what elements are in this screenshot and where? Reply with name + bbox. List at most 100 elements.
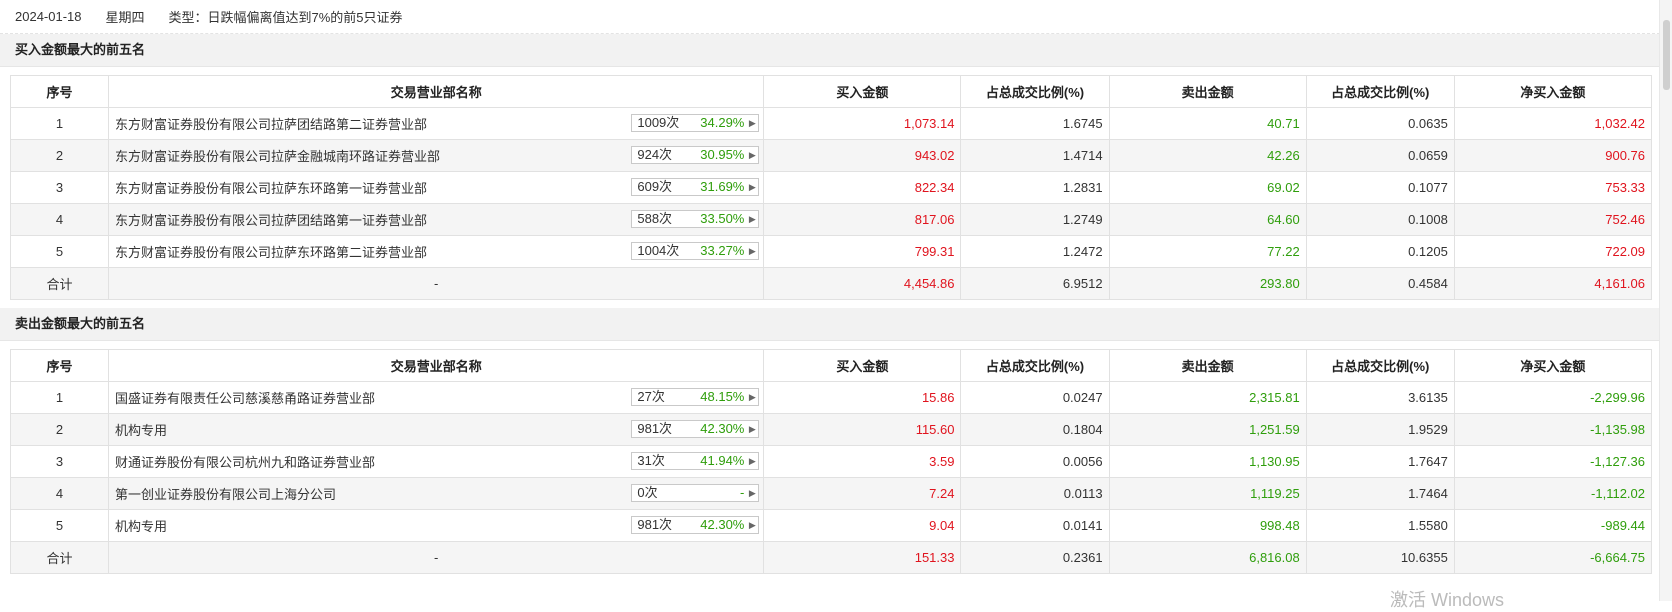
row-number: 4 — [9, 203, 110, 236]
buy-amount: 7.24 — [763, 477, 962, 510]
sell-amount: 69.02 — [1108, 171, 1307, 204]
table-row: 3 财通证券股份有限公司杭州九和路证券营业部 31次 41.94% ▶ 3.59 0.005… — [9, 445, 1653, 478]
broker-count: 981次 — [637, 517, 673, 532]
sell-ratio: 1.5580 — [1305, 509, 1455, 542]
broker-success-rate: 42.30% — [700, 421, 745, 436]
table-row: 5 东方财富证券股份有限公司拉萨东环路第二证券营业部 1004次 33.27% ▶ 799… — [9, 235, 1653, 268]
col-header-no: 序号 — [9, 75, 110, 108]
row-number: 3 — [9, 171, 110, 204]
total-name: - — [108, 541, 765, 574]
broker-count: 588次 — [637, 211, 673, 226]
broker-success-rate: 33.27% — [700, 243, 745, 258]
buy-amount: 9.04 — [763, 509, 962, 542]
total-row: 合计 -151.33 0.2361 6,816.08 10.6355 -6,664.75 — [9, 541, 1653, 574]
table-row: 1 国盛证券有限责任公司慈溪慈甬路证券营业部 27次 48.15% ▶ 15.86 0.02… — [9, 381, 1653, 414]
buy-amount: 1,073.14 — [763, 107, 962, 140]
broker-success-rate: 31.69% — [700, 179, 745, 194]
col-header-name: 交易营业部名称 — [108, 349, 765, 382]
info-bar: 2024-01-18 星期四 类型：日跌幅偏离值达到7%的前5只证券 — [0, 0, 1660, 34]
broker-name-cell: 机构专用 981次 42.30% ▶ — [108, 413, 765, 446]
broker-success-rate: 34.29% — [700, 115, 745, 130]
buy-ratio: 0.0113 — [960, 477, 1110, 510]
buy-section-title: 买入金额最大的前五名 — [0, 34, 1660, 67]
row-number: 2 — [9, 139, 110, 172]
chevron-right-icon: ▶ — [748, 214, 756, 224]
total-buy-ratio: 0.2361 — [960, 541, 1110, 574]
broker-name: 机构专用 — [115, 423, 168, 438]
broker-name-cell: 第一创业证券股份有限公司上海分公司 0次 - ▶ — [108, 477, 765, 510]
total-buy-amount: 4,454.86 — [763, 267, 962, 300]
row-number: 3 — [9, 445, 110, 478]
sell-ratio: 0.0659 — [1305, 139, 1455, 172]
sell-ratio: 0.1008 — [1305, 203, 1455, 236]
col-header-buy: 买入金额 — [763, 75, 962, 108]
broker-stats-button[interactable]: 1004次 33.27% ▶ — [631, 242, 760, 260]
broker-name: 东方财富证券股份有限公司拉萨东环路第二证券营业部 — [115, 245, 428, 260]
chevron-right-icon: ▶ — [748, 150, 756, 160]
broker-name-cell: 东方财富证券股份有限公司拉萨团结路第二证券营业部 1009次 34.29% ▶ — [108, 107, 765, 140]
buy-amount: 3.59 — [763, 445, 962, 478]
sell-ratio: 1.7647 — [1305, 445, 1455, 478]
broker-success-rate: 42.30% — [700, 517, 745, 532]
net-buy-amount: 752.46 — [1453, 203, 1653, 236]
row-number: 4 — [9, 477, 110, 510]
sell-top5-table: 序号 交易营业部名称 买入金额 占总成交比例(%) 卖出金额 占总成交比例(%)… — [9, 349, 1653, 574]
vertical-scrollbar[interactable] — [1659, 0, 1672, 601]
broker-name-cell: 国盛证券有限责任公司慈溪慈甬路证券营业部 27次 48.15% ▶ — [108, 381, 765, 414]
broker-stats-button[interactable]: 981次 42.30% ▶ — [631, 516, 760, 534]
broker-stats-button[interactable]: 27次 48.15% ▶ — [631, 388, 760, 406]
chevron-right-icon: ▶ — [748, 246, 756, 256]
chevron-right-icon: ▶ — [748, 118, 756, 128]
broker-name-cell: 东方财富证券股份有限公司拉萨团结路第一证券营业部 588次 33.50% ▶ — [108, 203, 765, 236]
total-sell-ratio: 0.4584 — [1305, 267, 1455, 300]
broker-count: 31次 — [637, 453, 665, 468]
broker-stats-button[interactable]: 924次 30.95% ▶ — [631, 146, 760, 164]
scrollbar-thumb[interactable] — [1663, 20, 1670, 90]
broker-stats-button[interactable]: 609次 31.69% ▶ — [631, 178, 760, 196]
buy-amount: 822.34 — [763, 171, 962, 204]
table-row: 5 机构专用 981次 42.30% ▶ 9.04 0.0141 998.48 1.5580 -9… — [9, 509, 1653, 542]
broker-stats-button[interactable]: 1009次 34.29% ▶ — [631, 114, 760, 132]
broker-success-rate: 48.15% — [700, 389, 745, 404]
total-sell-ratio: 10.6355 — [1305, 541, 1455, 574]
col-header-sell: 卖出金额 — [1108, 75, 1307, 108]
windows-activation-watermark: 激活 Windows — [1390, 590, 1505, 610]
buy-ratio: 1.2831 — [960, 171, 1110, 204]
broker-name: 东方财富证券股份有限公司拉萨团结路第二证券营业部 — [115, 117, 428, 132]
chevron-right-icon: ▶ — [748, 456, 756, 466]
chevron-right-icon: ▶ — [748, 182, 756, 192]
sell-table-body: 1 国盛证券有限责任公司慈溪慈甬路证券营业部 27次 48.15% ▶ 15.86 0.02… — [9, 381, 1653, 574]
broker-stats-button[interactable]: 31次 41.94% ▶ — [631, 452, 760, 470]
broker-stats-button[interactable]: 0次 - ▶ — [631, 484, 760, 502]
broker-name: 第一创业证券股份有限公司上海分公司 — [115, 487, 337, 502]
row-number: 5 — [9, 235, 110, 268]
broker-count: 0次 — [637, 485, 658, 500]
table-row: 3 东方财富证券股份有限公司拉萨东环路第一证券营业部 609次 31.69% ▶ 822.… — [9, 171, 1653, 204]
sell-amount: 2,315.81 — [1108, 381, 1307, 414]
col-header-sell-ratio: 占总成交比例(%) — [1305, 349, 1455, 382]
table-row: 4 第一创业证券股份有限公司上海分公司 0次 - ▶ 7.24 0.0113 1,119.25… — [9, 477, 1653, 510]
net-buy-amount: 900.76 — [1453, 139, 1653, 172]
buy-ratio: 0.0247 — [960, 381, 1110, 414]
sell-ratio: 1.9529 — [1305, 413, 1455, 446]
broker-name-cell: 财通证券股份有限公司杭州九和路证券营业部 31次 41.94% ▶ — [108, 445, 765, 478]
broker-name-cell: 机构专用 981次 42.30% ▶ — [108, 509, 765, 542]
sell-amount: 1,119.25 — [1108, 477, 1307, 510]
row-number: 1 — [9, 107, 110, 140]
broker-stats-button[interactable]: 588次 33.50% ▶ — [631, 210, 760, 228]
buy-amount: 817.06 — [763, 203, 962, 236]
net-buy-amount: 753.33 — [1453, 171, 1653, 204]
broker-name: 东方财富证券股份有限公司拉萨金融城南环路证券营业部 — [115, 149, 441, 164]
net-buy-amount: 1,032.42 — [1453, 107, 1653, 140]
broker-stats-button[interactable]: 981次 42.30% ▶ — [631, 420, 760, 438]
broker-count: 1004次 — [637, 243, 680, 258]
total-label: 合计 — [9, 267, 110, 300]
total-name: - — [108, 267, 765, 300]
total-sell-amount: 6,816.08 — [1108, 541, 1307, 574]
buy-ratio: 1.2472 — [960, 235, 1110, 268]
col-header-buy-ratio: 占总成交比例(%) — [960, 75, 1110, 108]
total-net-buy-amount: 4,161.06 — [1453, 267, 1653, 300]
col-header-name: 交易营业部名称 — [108, 75, 765, 108]
chevron-right-icon: ▶ — [748, 520, 756, 530]
sell-amount: 998.48 — [1108, 509, 1307, 542]
